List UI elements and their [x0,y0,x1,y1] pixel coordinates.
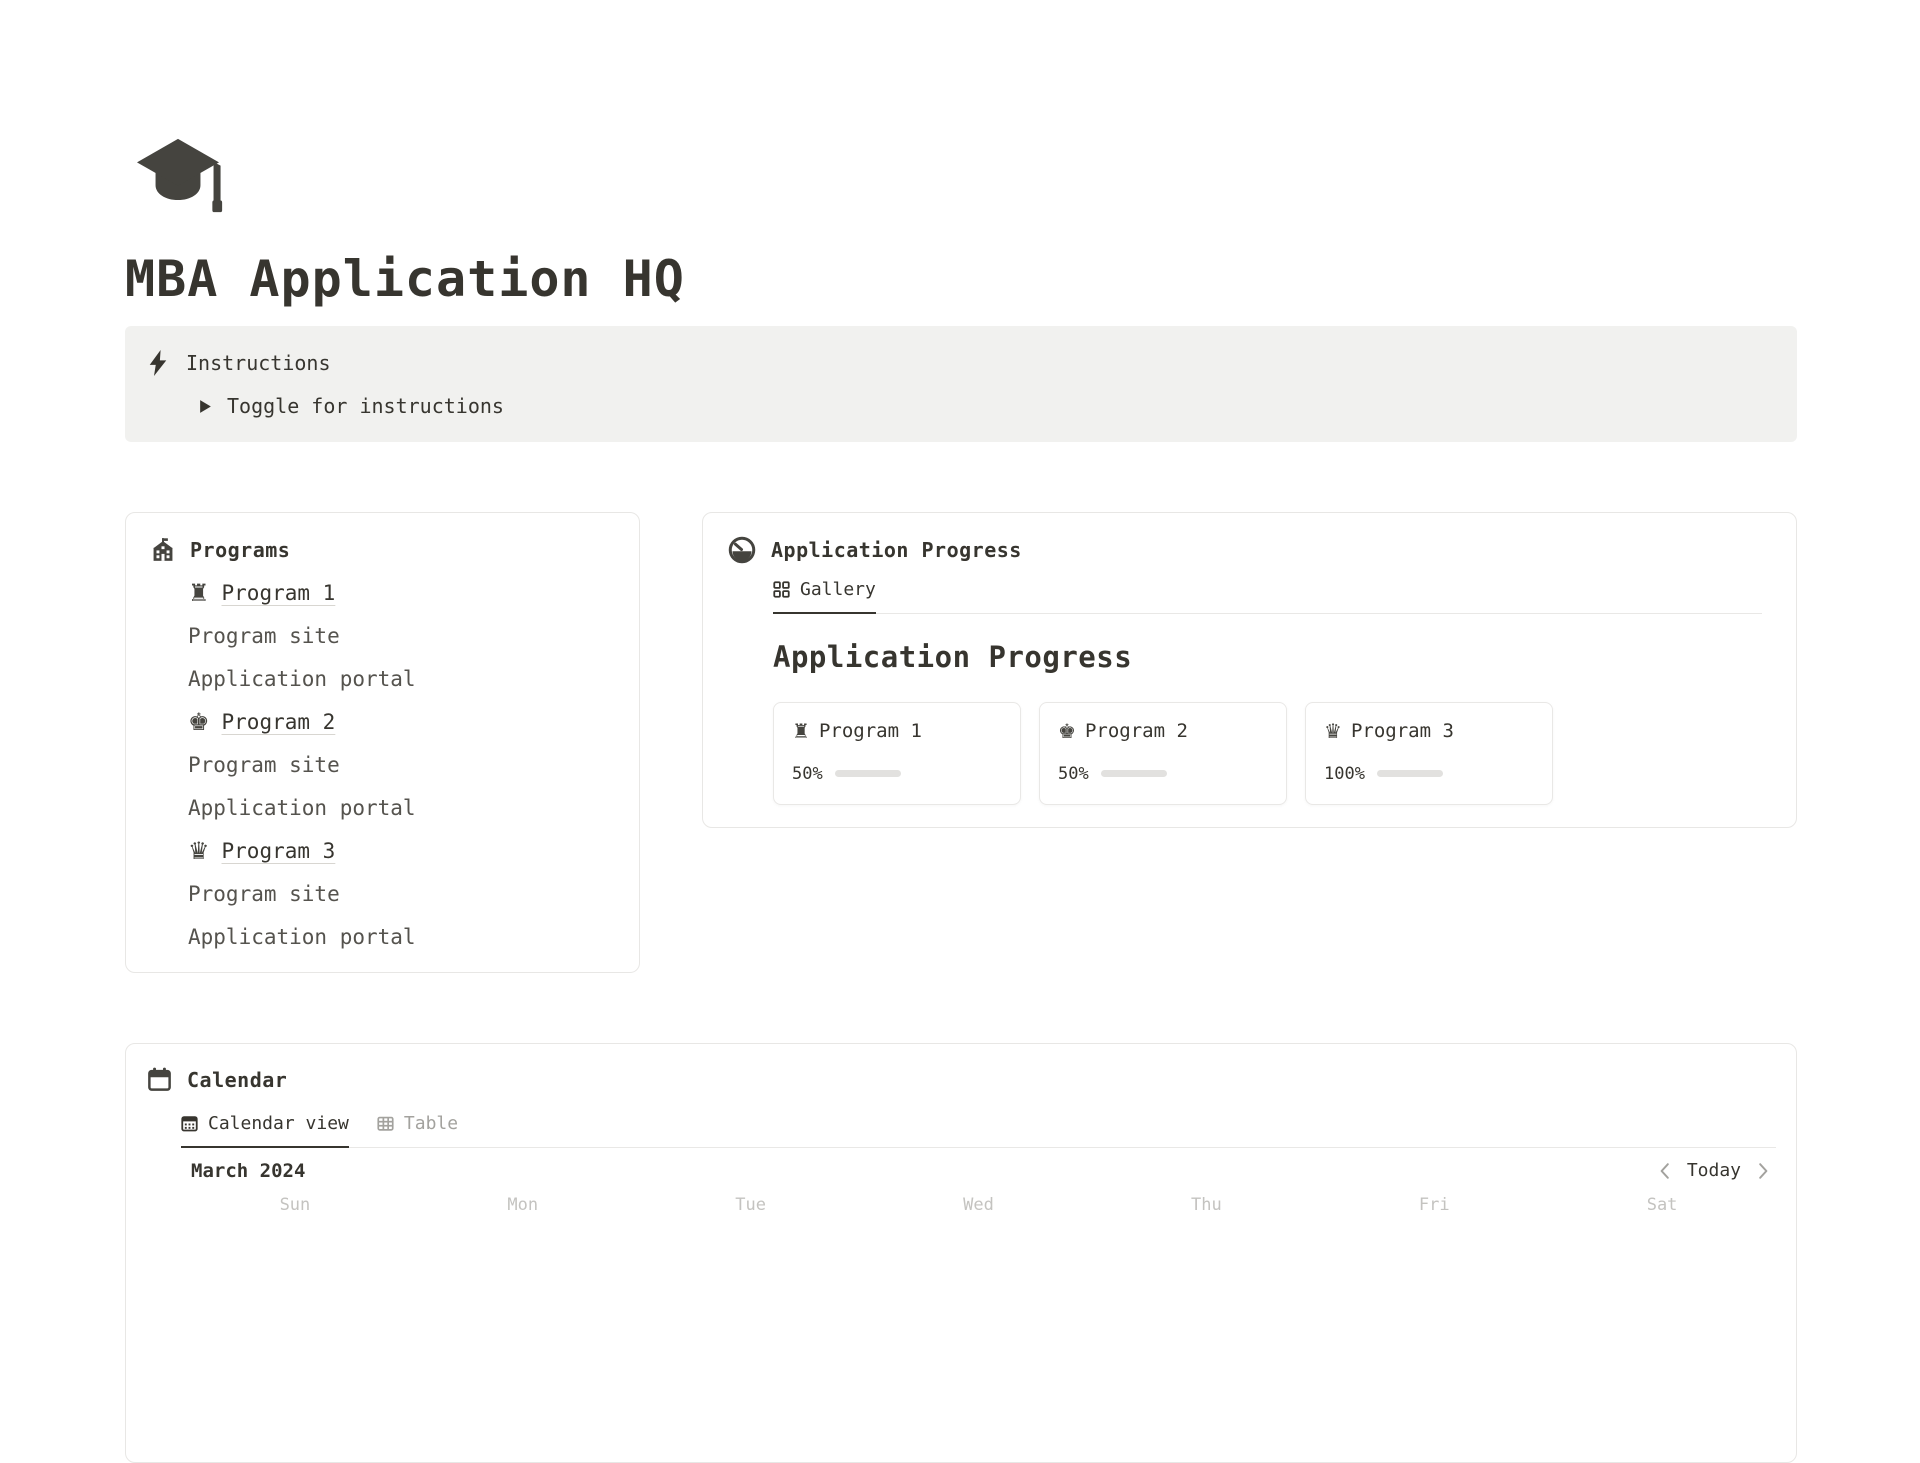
gallery-card-program-1[interactable]: ♜ Program 1 50% [773,702,1021,805]
tab-gallery[interactable]: Gallery [773,579,876,614]
weekday-label: Sun [181,1195,409,1215]
progress-row: 50% [1058,764,1268,784]
gallery-heading: Application Progress [773,640,1762,674]
progress-bar [835,770,901,777]
tab-calendar-view[interactable]: Calendar view [181,1113,349,1148]
chevron-right-icon[interactable] [1756,1162,1770,1180]
calendar-icon [146,1066,173,1093]
gallery-tabs: Gallery [773,579,1762,614]
program-2-portal: Application portal [188,786,615,829]
program-link-row: ♛ Program 3 [188,829,615,872]
program-3-portal: Application portal [188,915,615,958]
lightning-bolt-icon [147,350,169,376]
graduation-cap-icon [131,136,225,218]
progress-percent: 50% [792,764,823,784]
programs-card: Programs ♜ Program 1 Program site Applic… [125,512,640,973]
programs-list: ♜ Program 1 Program site Application por… [150,571,615,958]
gallery-card-title: Program 1 [819,720,922,742]
application-progress-title: Application Progress [771,538,1022,562]
today-button[interactable]: Today [1687,1160,1741,1181]
gallery-card-program-2[interactable]: ♚ Program 2 50% [1039,702,1287,805]
instructions-toggle[interactable]: Toggle for instructions [199,394,1775,418]
calendar-title: Calendar [187,1068,287,1092]
weekday-label: Mon [409,1195,637,1215]
program-1-link[interactable]: Program 1 [222,581,336,605]
chess-rook-icon: ♜ [792,721,810,741]
weekday-header-row: Sun Mon Tue Wed Thu Fri Sat [181,1195,1776,1215]
toggle-label: Toggle for instructions [227,394,504,418]
calendar-tabs: Calendar view [181,1113,1776,1148]
programs-title: Programs [190,538,290,562]
instructions-callout: Instructions Toggle for instructions [125,326,1797,442]
program-2-site: Program site [188,743,615,786]
weekday-label: Tue [637,1195,865,1215]
progress-bar [1377,770,1443,777]
program-1-site: Program site [188,614,615,657]
program-1-portal: Application portal [188,657,615,700]
school-building-icon [150,537,176,563]
gallery-card-title: Program 2 [1085,720,1188,742]
program-2-link[interactable]: Program 2 [222,710,336,734]
program-link-row: ♜ Program 1 [188,571,615,614]
weekday-label: Fri [1320,1195,1548,1215]
weekday-label: Thu [1092,1195,1320,1215]
tab-table-label: Table [404,1113,458,1134]
progress-row: 50% [792,764,1002,784]
progress-bar [1101,770,1167,777]
application-progress-card: Application Progress [702,512,1797,828]
chess-queen-icon: ♛ [1324,721,1342,741]
gallery-card-title: Program 3 [1351,720,1454,742]
table-icon [377,1115,394,1132]
chess-queen-icon: ♛ [188,839,210,863]
gauge-icon [727,535,757,565]
callout-title: Instructions [186,351,331,375]
gallery-card-program-3[interactable]: ♛ Program 3 100% [1305,702,1553,805]
progress-percent: 100% [1324,764,1365,784]
weekday-label: Wed [865,1195,1093,1215]
chevron-left-icon[interactable] [1658,1162,1672,1180]
gallery-cards: ♜ Program 1 50% ♚ Program 2 [773,702,1762,805]
month-label: March 2024 [191,1160,305,1182]
tab-table[interactable]: Table [377,1113,458,1147]
tab-calendar-view-label: Calendar view [208,1113,349,1134]
calendar-view-icon [181,1115,198,1132]
notion-page: MBA Application HQ Instructions Toggle f… [125,0,1797,1463]
progress-row: 100% [1324,764,1534,784]
weekday-label: Sat [1548,1195,1776,1215]
calendar-card: Calendar Calendar vie [125,1043,1797,1463]
progress-percent: 50% [1058,764,1089,784]
page-title: MBA Application HQ [125,248,1797,310]
program-link-row: ♚ Program 2 [188,700,615,743]
chess-king-icon: ♚ [1058,721,1076,741]
toggle-triangle-icon [199,399,212,414]
tab-gallery-label: Gallery [800,579,876,600]
gallery-grid-icon [773,581,790,598]
chess-rook-icon: ♜ [188,581,210,605]
program-3-link[interactable]: Program 3 [222,839,336,863]
program-3-site: Program site [188,872,615,915]
chess-king-icon: ♚ [188,710,210,734]
